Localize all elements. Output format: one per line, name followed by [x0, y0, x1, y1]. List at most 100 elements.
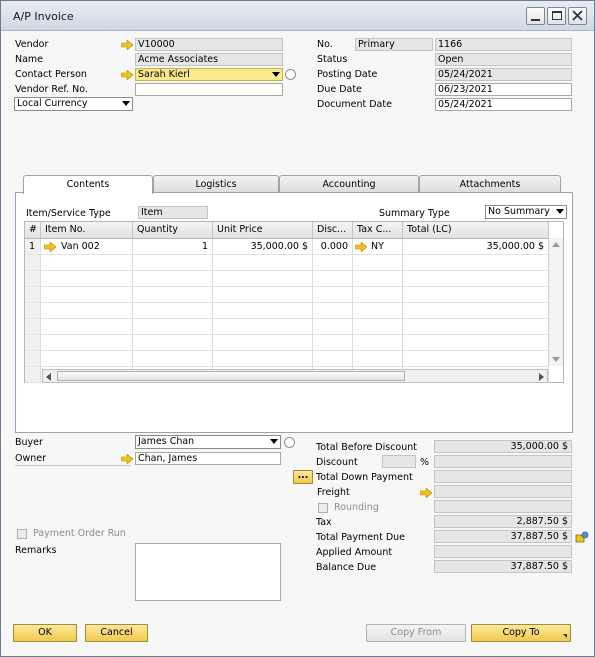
table-cell[interactable]	[133, 287, 213, 303]
buyer-select[interactable]: James Chan	[135, 435, 281, 449]
table-cell[interactable]	[25, 319, 41, 335]
table-cell[interactable]	[353, 351, 403, 367]
vendor-field[interactable]: V10000	[135, 38, 283, 51]
table-cell[interactable]	[133, 303, 213, 319]
table-cell[interactable]	[41, 319, 133, 335]
tax-link-arrow-icon[interactable]	[355, 242, 367, 252]
ok-button[interactable]: OK	[13, 624, 77, 642]
table-cell[interactable]	[213, 271, 313, 287]
table-cell[interactable]	[41, 271, 133, 287]
table-cell[interactable]	[313, 319, 353, 335]
table-cell[interactable]	[25, 287, 41, 303]
discount-amount-field[interactable]	[434, 455, 572, 468]
table-cell[interactable]	[353, 303, 403, 319]
table-cell[interactable]	[313, 271, 353, 287]
scroll-thumb[interactable]	[57, 371, 405, 381]
name-field[interactable]: Acme Associates	[135, 53, 283, 66]
table-cell[interactable]	[133, 255, 213, 271]
cell-total[interactable]: 35,000.00 $	[403, 239, 549, 255]
table-cell[interactable]	[403, 255, 549, 271]
scroll-up-icon[interactable]	[552, 242, 560, 247]
table-cell[interactable]	[403, 335, 549, 351]
table-cell[interactable]	[41, 335, 133, 351]
table-cell[interactable]	[353, 271, 403, 287]
vendor-ref-input[interactable]	[135, 83, 283, 96]
table-cell[interactable]	[213, 303, 313, 319]
copy-from-button[interactable]: Copy From	[366, 624, 466, 642]
table-cell[interactable]	[353, 335, 403, 351]
item-link-arrow-icon[interactable]	[44, 242, 56, 252]
discount-percent-input[interactable]	[382, 455, 416, 468]
table-cell[interactable]	[25, 255, 41, 271]
freight-link-arrow-icon[interactable]	[420, 488, 432, 498]
table-cell[interactable]	[353, 255, 403, 271]
table-cell[interactable]	[403, 271, 549, 287]
cell-tax-code[interactable]: NY	[353, 239, 403, 255]
contact-link-arrow-icon[interactable]	[121, 70, 133, 80]
owner-input[interactable]: Chan, James	[135, 452, 281, 465]
horizontal-scrollbar[interactable]	[42, 369, 548, 383]
table-cell[interactable]	[213, 351, 313, 367]
column-header-unit-price[interactable]: Unit Price	[213, 222, 313, 239]
summary-type-select[interactable]: No Summary	[485, 205, 567, 219]
table-cell[interactable]	[25, 271, 41, 287]
table-cell[interactable]	[25, 367, 41, 383]
currency-select[interactable]: Local Currency	[14, 97, 133, 111]
column-header-quantity[interactable]: Quantity	[133, 222, 213, 239]
table-cell[interactable]	[313, 335, 353, 351]
table-cell[interactable]	[403, 287, 549, 303]
table-cell[interactable]	[313, 255, 353, 271]
table-cell[interactable]	[25, 303, 41, 319]
remarks-textarea[interactable]	[135, 543, 281, 601]
column-header-number[interactable]: #	[25, 222, 41, 239]
table-cell[interactable]	[353, 287, 403, 303]
posting-date-field[interactable]: 05/24/2021	[435, 68, 572, 81]
tab-logistics[interactable]: Logistics	[153, 175, 279, 193]
item-type-select[interactable]: Item	[138, 206, 208, 219]
table-cell[interactable]	[213, 255, 313, 271]
contact-options-icon[interactable]	[285, 69, 296, 80]
payment-order-checkbox[interactable]	[17, 529, 27, 539]
table-cell[interactable]	[41, 351, 133, 367]
contact-select[interactable]: Sarah Kierl	[135, 68, 283, 81]
table-cell[interactable]	[313, 351, 353, 367]
cell-quantity[interactable]: 1	[133, 239, 213, 255]
table-cell[interactable]	[213, 287, 313, 303]
table-cell[interactable]	[133, 319, 213, 335]
payment-means-icon[interactable]	[575, 530, 589, 544]
minimize-button[interactable]	[526, 7, 545, 25]
tab-attachments[interactable]: Attachments	[419, 175, 561, 193]
table-cell[interactable]	[403, 319, 549, 335]
table-cell[interactable]	[213, 319, 313, 335]
document-date-input[interactable]: 05/24/2021	[435, 98, 572, 111]
copy-to-button[interactable]: Copy To	[471, 624, 571, 642]
due-date-input[interactable]: 06/23/2021	[435, 83, 572, 96]
table-cell[interactable]	[41, 287, 133, 303]
owner-link-arrow-icon[interactable]	[121, 454, 133, 464]
column-header-discount[interactable]: Disc...	[313, 222, 353, 239]
scroll-down-icon[interactable]	[552, 357, 560, 362]
scroll-right-icon[interactable]	[539, 373, 544, 381]
down-payment-button[interactable]: ...	[293, 470, 313, 484]
column-header-total[interactable]: Total (LC)	[403, 222, 549, 239]
table-cell[interactable]	[403, 303, 549, 319]
cell-discount[interactable]: 0.000	[313, 239, 353, 255]
cancel-button[interactable]: Cancel	[85, 624, 148, 642]
table-cell[interactable]	[41, 255, 133, 271]
cell-unit-price[interactable]: 35,000.00 $	[213, 239, 313, 255]
doc-number-field[interactable]: 1166	[435, 38, 572, 51]
table-cell[interactable]	[25, 351, 41, 367]
close-button[interactable]	[568, 7, 587, 25]
vendor-link-arrow-icon[interactable]	[121, 40, 133, 50]
maximize-button[interactable]	[547, 7, 566, 25]
table-cell[interactable]	[133, 271, 213, 287]
table-cell[interactable]	[25, 335, 41, 351]
table-cell[interactable]	[133, 335, 213, 351]
table-cell[interactable]	[313, 303, 353, 319]
tab-accounting[interactable]: Accounting	[279, 175, 419, 193]
table-cell[interactable]	[41, 303, 133, 319]
buyer-options-icon[interactable]	[284, 437, 295, 448]
tab-contents[interactable]: Contents	[23, 175, 153, 194]
table-cell[interactable]	[353, 319, 403, 335]
cell-item-no[interactable]: Van 002	[41, 239, 133, 255]
